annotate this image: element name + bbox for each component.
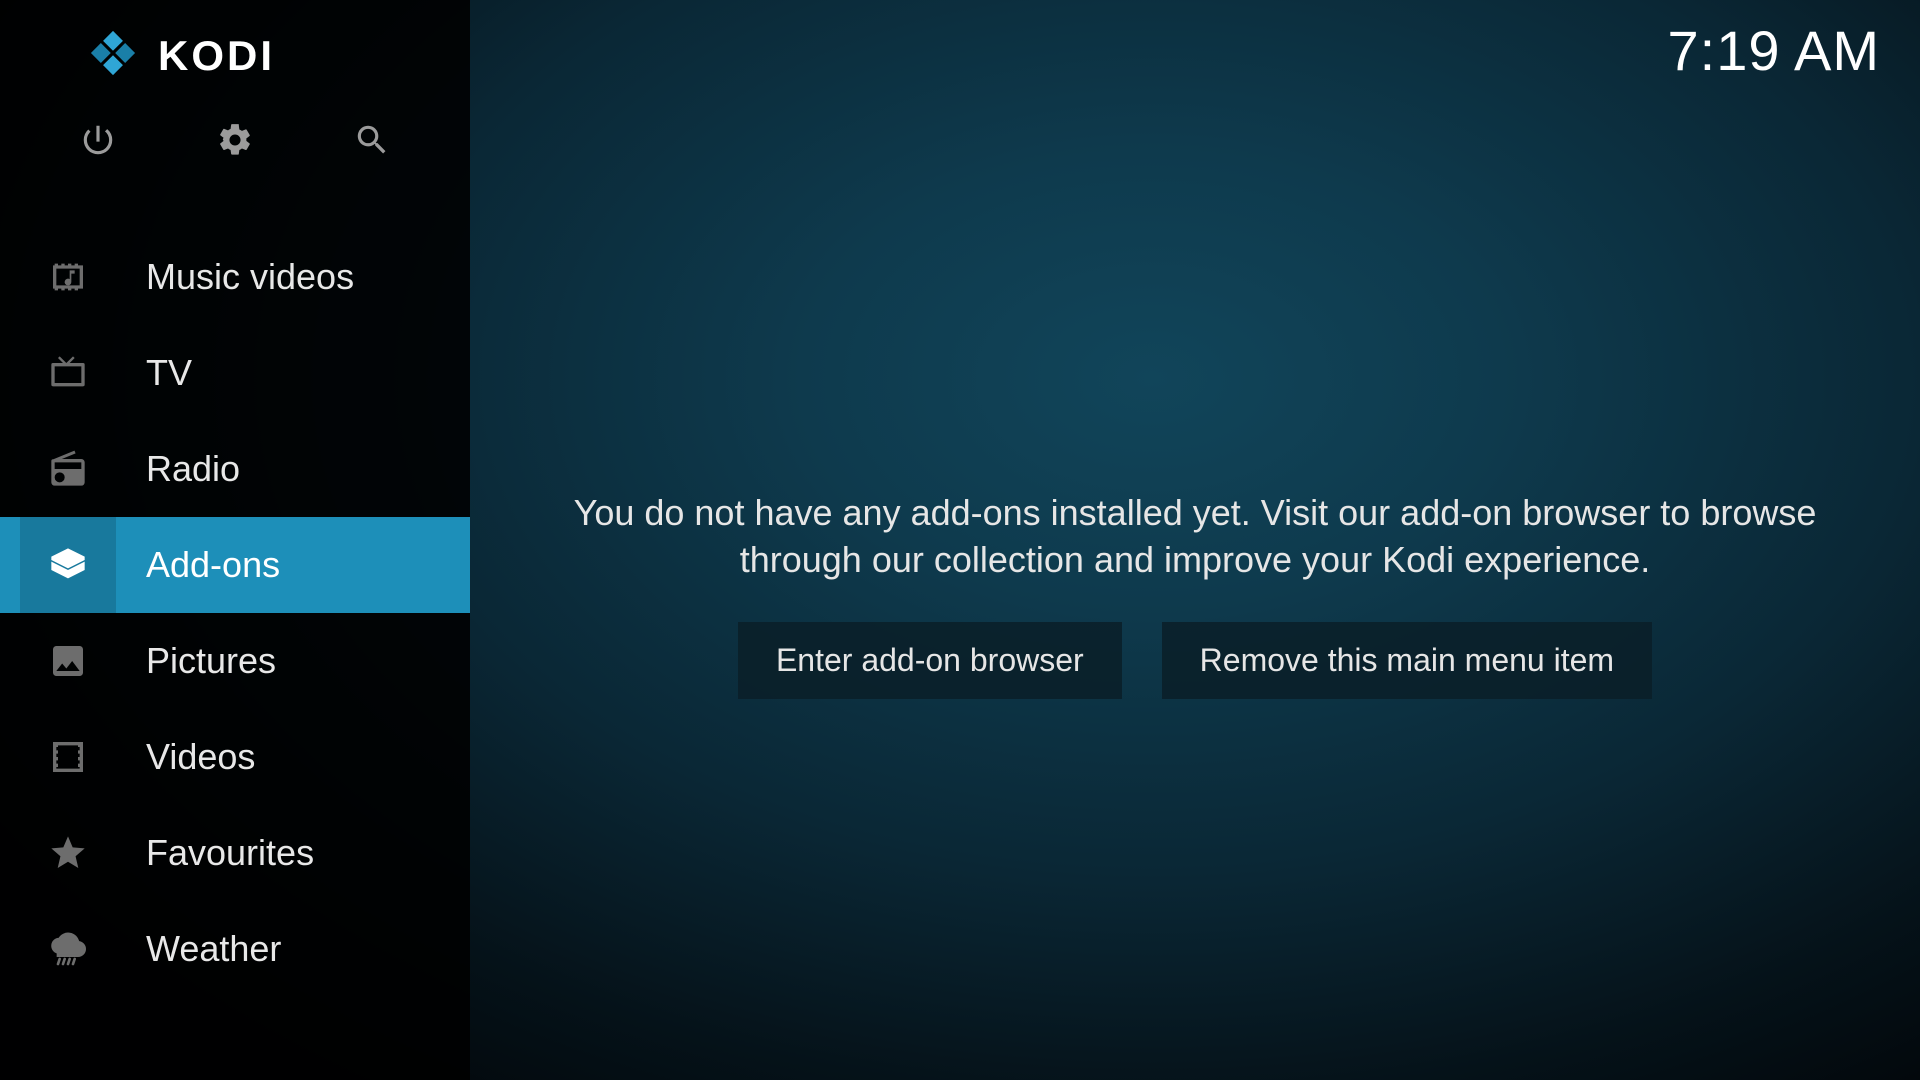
empty-addons-message: You do not have any add-ons installed ye… — [515, 490, 1875, 584]
sidebar-item-videos[interactable]: Videos — [0, 709, 470, 805]
sidebar: KODI Music videos TV — [0, 0, 470, 1080]
sidebar-item-label: Radio — [146, 448, 240, 490]
enter-addon-browser-button[interactable]: Enter add-on browser — [738, 622, 1122, 699]
main-buttons: Enter add-on browser Remove this main me… — [738, 622, 1652, 699]
sidebar-item-label: Add-ons — [146, 544, 280, 586]
addons-icon — [41, 545, 95, 585]
sidebar-toolbar — [0, 101, 470, 189]
sidebar-item-label: Favourites — [146, 832, 314, 874]
sidebar-item-label: Weather — [146, 928, 281, 970]
kodi-logo-icon — [88, 28, 138, 83]
sidebar-item-pictures[interactable]: Pictures — [0, 613, 470, 709]
main-content: You do not have any add-ons installed ye… — [470, 0, 1920, 1080]
power-button[interactable] — [79, 121, 117, 159]
search-button[interactable] — [353, 121, 391, 159]
sidebar-item-label: TV — [146, 352, 192, 394]
sidebar-header: KODI — [0, 0, 470, 101]
weather-icon — [41, 929, 95, 969]
sidebar-item-addons[interactable]: Add-ons — [0, 517, 470, 613]
sidebar-item-label: Music videos — [146, 256, 354, 298]
pictures-icon — [41, 641, 95, 681]
sidebar-item-label: Videos — [146, 736, 255, 778]
music-video-icon — [41, 257, 95, 297]
sidebar-item-label: Pictures — [146, 640, 276, 682]
sidebar-item-favourites[interactable]: Favourites — [0, 805, 470, 901]
power-icon — [79, 121, 117, 159]
sidebar-item-music-videos[interactable]: Music videos — [0, 229, 470, 325]
sidebar-item-tv[interactable]: TV — [0, 325, 470, 421]
sidebar-item-radio[interactable]: Radio — [0, 421, 470, 517]
sidebar-item-weather[interactable]: Weather — [0, 901, 470, 997]
sidebar-menu: Music videos TV Radio Add-ons Pictures — [0, 229, 470, 997]
brand-label: KODI — [158, 32, 275, 80]
settings-button[interactable] — [216, 121, 254, 159]
radio-icon — [41, 449, 95, 489]
search-icon — [353, 121, 391, 159]
videos-icon — [41, 737, 95, 777]
gear-icon — [216, 121, 254, 159]
tv-icon — [41, 353, 95, 393]
favourites-icon — [41, 833, 95, 873]
remove-menu-item-button[interactable]: Remove this main menu item — [1162, 622, 1652, 699]
